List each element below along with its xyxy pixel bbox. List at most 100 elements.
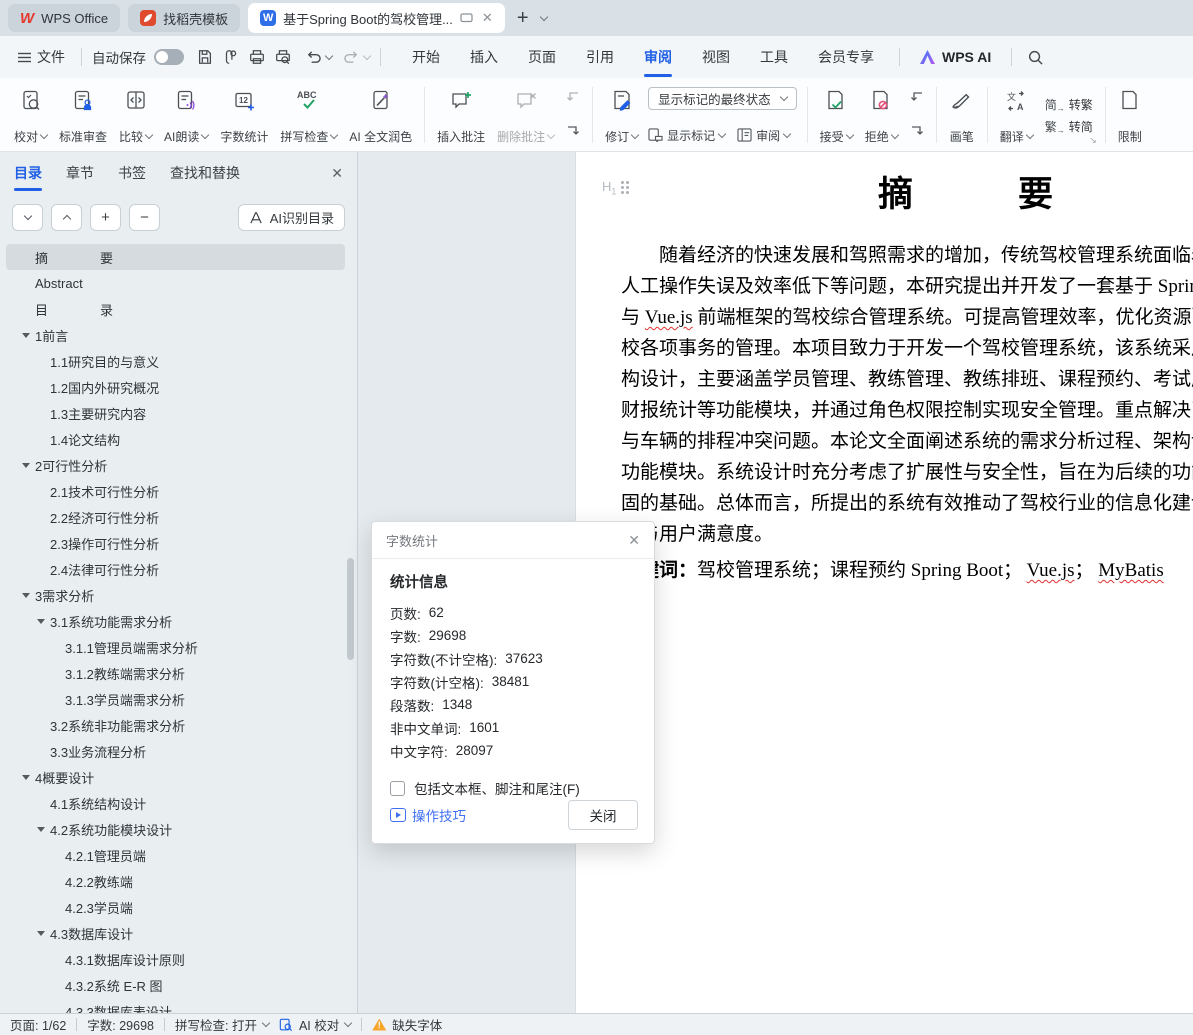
print-preview-button[interactable] <box>270 44 296 70</box>
menu-tab[interactable]: 引用 <box>571 36 629 78</box>
restrict-editing-button[interactable]: 限制 <box>1112 83 1148 147</box>
search-button[interactable] <box>1022 44 1048 70</box>
toc-item[interactable]: 摘 要 <box>6 244 345 270</box>
toc-item[interactable]: 4.2.3学员端 <box>6 894 345 920</box>
brush-button[interactable]: 画笔 <box>943 83 981 147</box>
toc-item[interactable]: 4概要设计 <box>6 764 345 790</box>
toc-expand-arrow[interactable] <box>22 333 35 338</box>
document-tab[interactable]: W 基于Spring Boot的驾校管理... ✕ <box>248 3 505 33</box>
sync-status-icon[interactable] <box>460 13 473 24</box>
toc-item[interactable]: 4.3.2系统 E-R 图 <box>6 972 345 998</box>
close-tab-icon[interactable]: ✕ <box>482 10 493 26</box>
ai-proofread-button[interactable]: AI 校对 <box>279 1015 351 1034</box>
checkbox-unchecked[interactable] <box>390 781 405 796</box>
toc-item[interactable]: 4.2.1管理员端 <box>6 842 345 868</box>
toc-item[interactable]: 3.1.2教练端需求分析 <box>6 660 345 686</box>
dialog-close-icon[interactable]: ✕ <box>628 532 640 549</box>
toc-item[interactable]: 1.3主要研究内容 <box>6 400 345 426</box>
ai-polish-button[interactable]: AI 全文润色 <box>343 83 418 147</box>
toc-item[interactable]: 2可行性分析 <box>6 452 345 478</box>
autosave-toggle[interactable] <box>154 49 184 65</box>
proofread-button[interactable]: 校对 <box>8 83 53 147</box>
to-simplified-button[interactable]: 繁→ 转简 <box>1045 118 1093 135</box>
wps-ai-button[interactable]: WPS AI <box>910 49 1001 65</box>
page-indicator[interactable]: 页面: 1/62 <box>10 1015 66 1034</box>
sidebar-scrollbar[interactable] <box>347 558 354 660</box>
document-page[interactable]: H1 摘 要 随着经济的快速发展和驾照需求的增加，传统驾校管理系统面临着信息 人… <box>575 152 1193 1013</box>
toc-item[interactable]: 3.1.3学员端需求分析 <box>6 686 345 712</box>
menu-tab[interactable]: 工具 <box>745 36 803 78</box>
translate-button[interactable]: 文A 翻译 <box>994 83 1039 147</box>
to-traditional-button[interactable]: 简→ 转繁 <box>1045 96 1093 113</box>
toc-item[interactable]: 4.2.2教练端 <box>6 868 345 894</box>
sidebar-tab-bookmarks[interactable]: 书签 <box>118 153 146 193</box>
file-menu-button[interactable]: 文件 <box>12 47 71 67</box>
sidebar-tab-find-replace[interactable]: 查找和替换 <box>170 153 240 193</box>
tab-list-chevron-icon[interactable] <box>539 12 547 20</box>
toc-item[interactable]: 4.1系统结构设计 <box>6 790 345 816</box>
markup-state-select[interactable]: 显示标记的最终状态 <box>648 87 797 110</box>
save-button[interactable] <box>192 44 218 70</box>
toc-item[interactable]: 2.4法律可行性分析 <box>6 556 345 582</box>
toc-collapse-all-button[interactable]: − <box>129 204 160 231</box>
menu-tab[interactable]: 审阅 <box>629 36 687 78</box>
menu-tab[interactable]: 插入 <box>455 36 513 78</box>
menu-tab[interactable]: 视图 <box>687 36 745 78</box>
include-textbox-checkbox-row[interactable]: 包括文本框、脚注和尾注(F) <box>390 778 636 798</box>
wps-home-tab[interactable]: W WPS Office <box>8 4 120 32</box>
toc-next-heading-button[interactable] <box>12 204 43 231</box>
toc-item[interactable]: 4.3.1数据库设计原则 <box>6 946 345 972</box>
standard-review-button[interactable]: 标准审查 <box>53 83 113 147</box>
group-expand-icon[interactable]: ↘ <box>1089 135 1097 146</box>
toc-item[interactable]: 4.3.3数据库表设计 <box>6 998 345 1013</box>
next-comment-icon[interactable] <box>562 123 584 139</box>
toc-item[interactable]: 1.1研究目的与意义 <box>6 348 345 374</box>
toc-item[interactable]: 2.3操作可行性分析 <box>6 530 345 556</box>
menu-tab[interactable]: 开始 <box>397 36 455 78</box>
next-change-icon[interactable] <box>906 123 928 139</box>
sidebar-tab-chapters[interactable]: 章节 <box>66 153 94 193</box>
accept-changes-button[interactable]: 接受 <box>814 83 859 147</box>
export-button[interactable] <box>218 44 244 70</box>
toc-item[interactable]: 3.1.1管理员端需求分析 <box>6 634 345 660</box>
ai-read-aloud-button[interactable]: AI朗读 <box>158 83 214 147</box>
track-changes-button[interactable]: 修订 <box>599 83 644 147</box>
toc-expand-all-button[interactable]: + <box>90 204 121 231</box>
word-count-indicator[interactable]: 字数: 29698 <box>87 1015 154 1034</box>
ai-recognize-toc-button[interactable]: AI识别目录 <box>238 204 345 231</box>
toc-expand-arrow[interactable] <box>22 593 35 598</box>
toc-expand-arrow[interactable] <box>22 463 35 468</box>
menu-tab[interactable]: 页面 <box>513 36 571 78</box>
toc-item[interactable]: 3需求分析 <box>6 582 345 608</box>
toc-item[interactable]: 3.2系统非功能需求分析 <box>6 712 345 738</box>
docer-template-tab[interactable]: 找稻壳模板 <box>128 4 240 32</box>
toc-item[interactable]: 1.2国内外研究概况 <box>6 374 345 400</box>
dialog-close-button[interactable]: 关闭 <box>568 800 638 830</box>
toc-item[interactable]: 2.2经济可行性分析 <box>6 504 345 530</box>
toc-item[interactable]: 3.1系统功能需求分析 <box>6 608 345 634</box>
toc-item[interactable]: 1前言 <box>6 322 345 348</box>
word-count-button[interactable]: 12 字数统计 <box>214 83 274 147</box>
toc-previous-heading-button[interactable] <box>51 204 82 231</box>
tips-link[interactable]: 操作技巧 <box>390 805 466 825</box>
undo-button[interactable] <box>300 44 326 70</box>
compare-button[interactable]: 比较 <box>113 83 158 147</box>
sidebar-close-icon[interactable]: ✕ <box>331 165 343 182</box>
redo-chevron-icon[interactable] <box>363 51 371 59</box>
insert-comment-button[interactable]: 插入批注 <box>431 83 491 147</box>
undo-chevron-icon[interactable] <box>325 51 333 59</box>
spellcheck-status[interactable]: 拼写检查: 打开 <box>175 1015 269 1034</box>
spell-check-button[interactable]: ABC 拼写检查 <box>274 83 343 147</box>
reject-changes-button[interactable]: 拒绝 <box>859 83 904 147</box>
menu-tab[interactable]: 会员专享 <box>803 36 889 78</box>
toc-item[interactable]: 2.1技术可行性分析 <box>6 478 345 504</box>
new-tab-button[interactable]: + <box>513 8 533 28</box>
previous-comment-icon[interactable] <box>562 89 584 105</box>
redo-button[interactable] <box>338 44 364 70</box>
toc-expand-arrow[interactable] <box>37 827 50 832</box>
missing-font-warning[interactable]: 缺失字体 <box>372 1015 442 1034</box>
toc-expand-arrow[interactable] <box>37 931 50 936</box>
print-button[interactable] <box>244 44 270 70</box>
show-markup-button[interactable]: 显示标记 <box>648 127 725 144</box>
review-pane-button[interactable]: 审阅 <box>737 127 790 144</box>
